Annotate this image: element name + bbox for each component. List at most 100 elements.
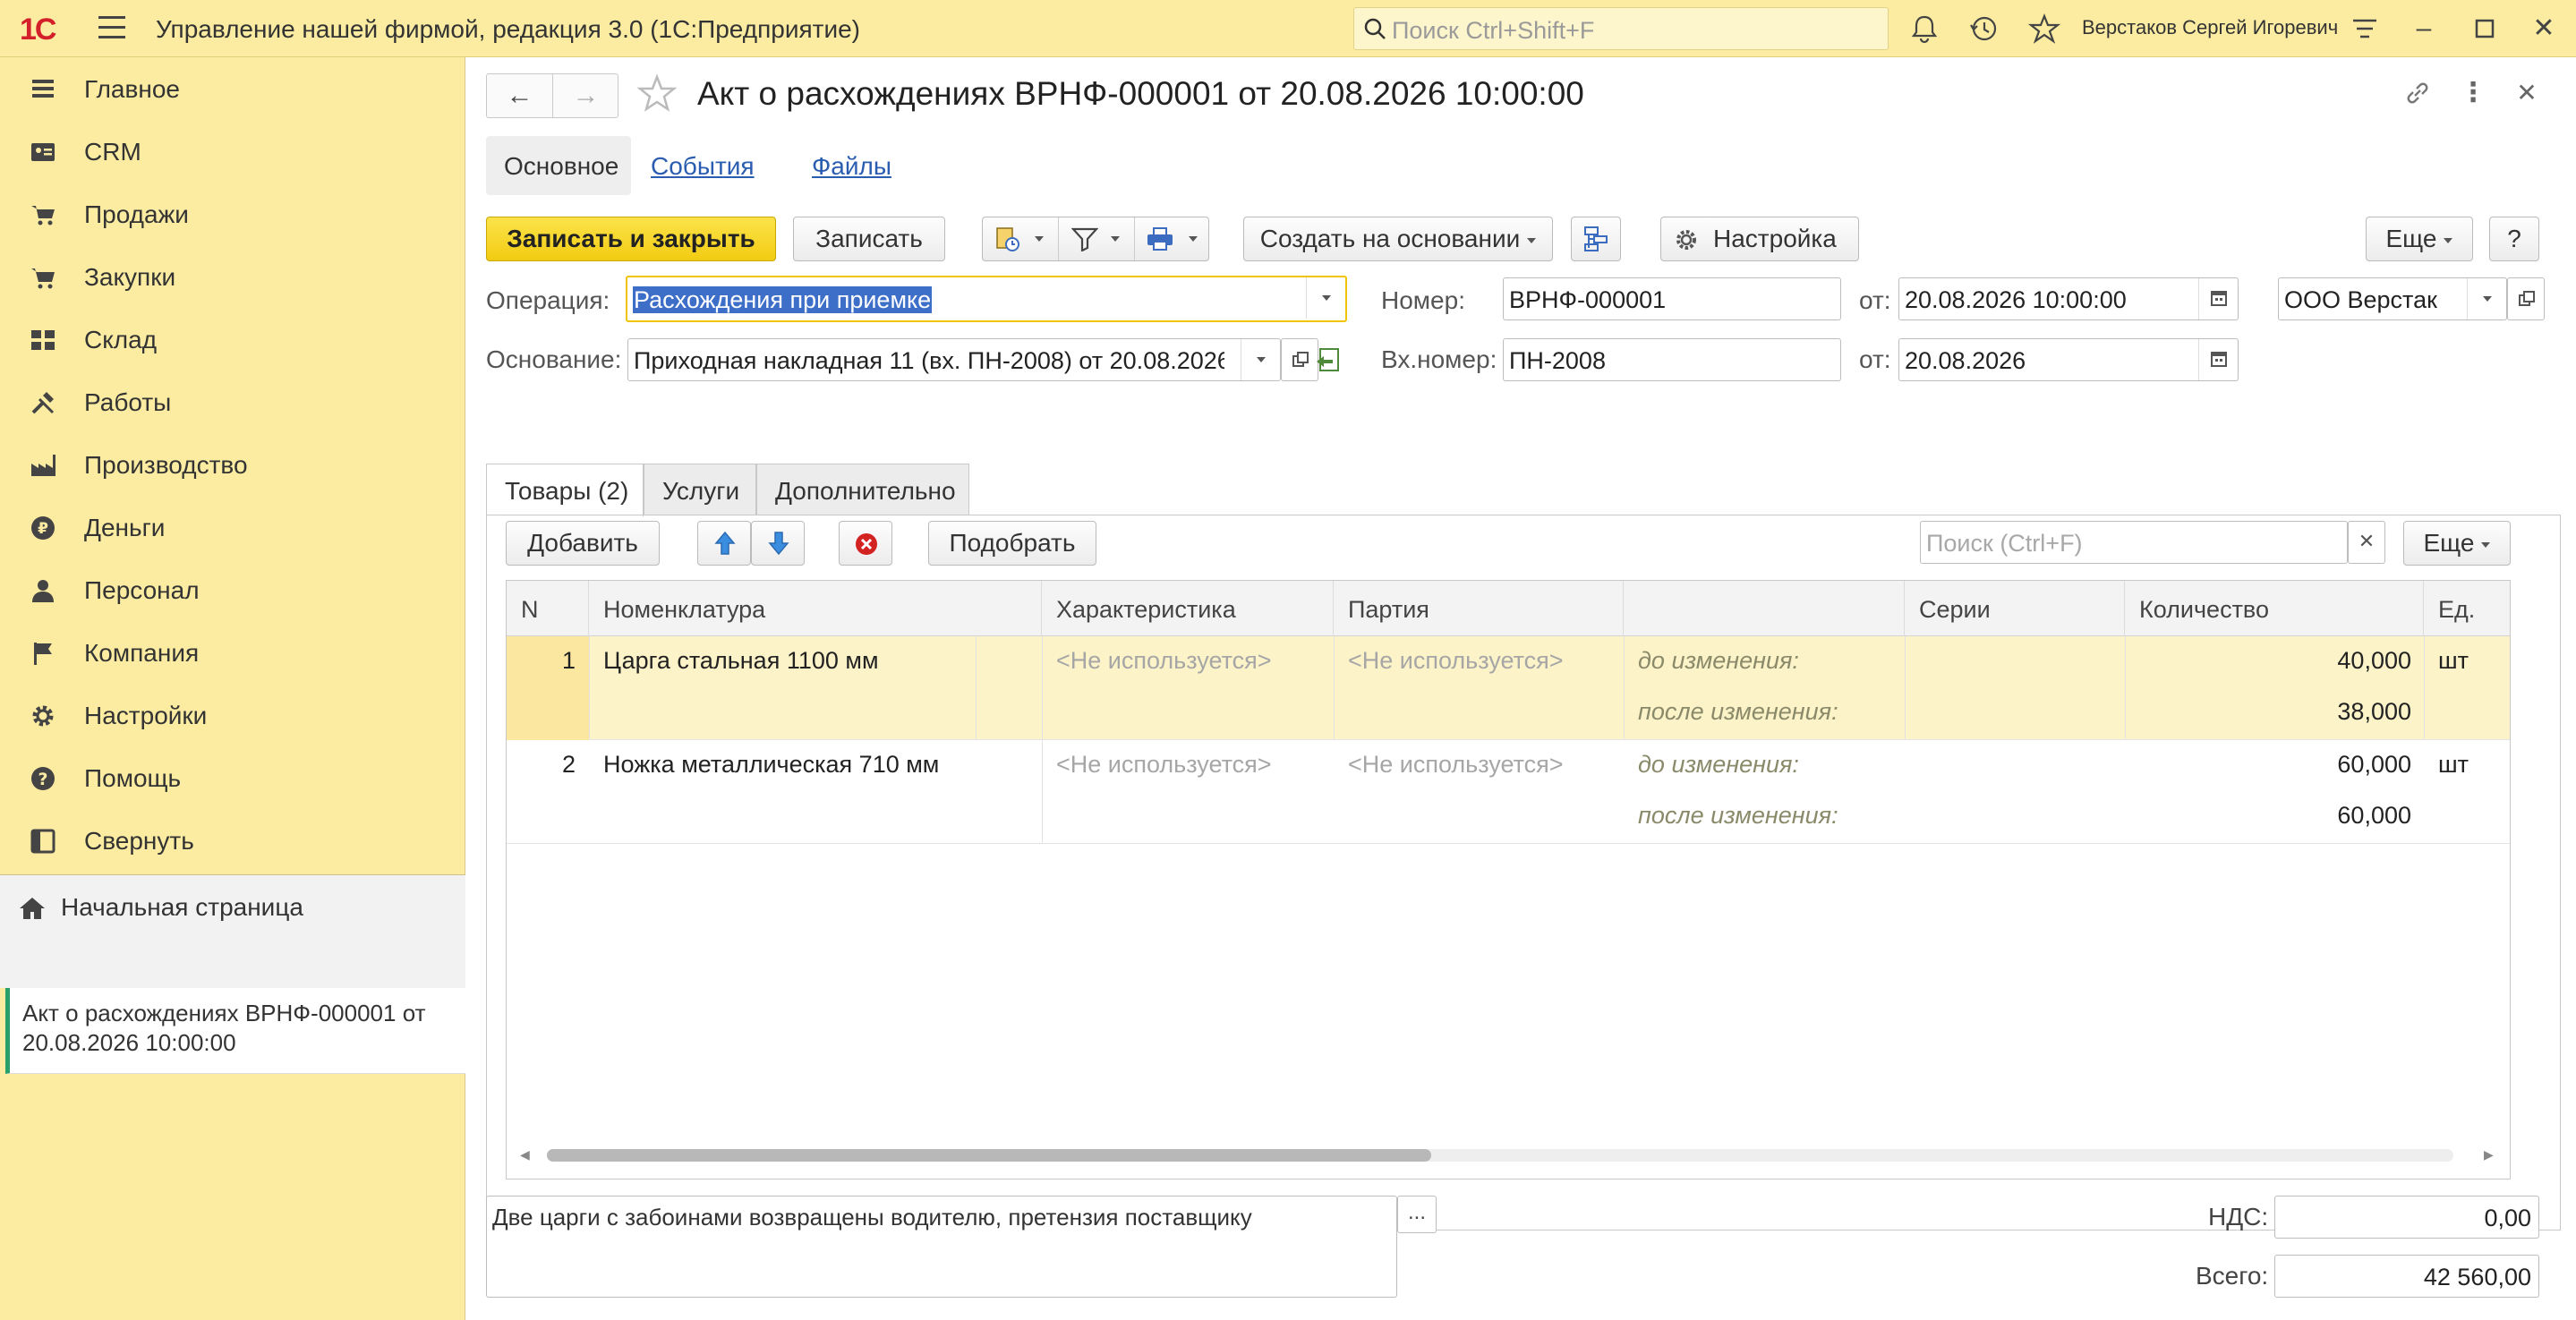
sidebar-item-crm[interactable]: CRM (0, 125, 465, 179)
more-actions-button[interactable]: Еще (2366, 217, 2473, 261)
basis-field[interactable]: Приходная накладная 11 (вх. ПН-2008) от … (627, 338, 1281, 381)
close-form-icon[interactable]: ✕ (2511, 77, 2543, 109)
sidebar-item-company[interactable]: Компания (0, 626, 465, 680)
settings-lines-icon[interactable] (2349, 13, 2381, 45)
sidebar-item-works[interactable]: Работы (0, 376, 465, 430)
settings-button[interactable]: Настройка (1660, 217, 1859, 261)
cart-icon (31, 206, 55, 226)
incoming-date-field[interactable]: 20.08.2026 (1898, 338, 2239, 381)
scroll-right-icon[interactable]: ▶ (2484, 1147, 2494, 1162)
clear-search-icon[interactable]: ✕ (2348, 521, 2385, 564)
forward-arrow-icon[interactable]: → (553, 74, 618, 117)
column-header-series[interactable]: Серии (1905, 581, 2125, 636)
dropdown-arrow-icon[interactable] (1241, 339, 1280, 380)
global-search-input[interactable]: Поиск Ctrl+Shift+F (1353, 7, 1889, 50)
total-field: 42 560,00 (2274, 1255, 2539, 1298)
sidebar-item-money[interactable]: ₽ Деньги (0, 501, 465, 555)
tab-services[interactable]: Услуги (644, 464, 756, 515)
row-characteristic: <Не используется> (1056, 647, 1272, 674)
column-header-characteristic[interactable]: Характеристика (1042, 581, 1334, 636)
row-qty-before: 60,000 (2337, 751, 2411, 778)
table-row[interactable]: 1 Царга стальная 1100 мм <Не используетс… (507, 636, 2510, 740)
help-button[interactable]: ? (2489, 217, 2539, 261)
sidebar-item-personnel[interactable]: Персонал (0, 564, 465, 617)
column-header-change[interactable] (1624, 581, 1905, 636)
dropdown-arrow-icon[interactable] (2467, 278, 2506, 319)
tab-goods[interactable]: Товары (2) (486, 464, 644, 516)
menu-lines-icon (32, 80, 54, 98)
maximize-icon[interactable] (2469, 13, 2501, 45)
title-bar: 1С Управление нашей фирмой, редакция 3.0… (0, 0, 2576, 57)
dropdown-arrow-icon[interactable] (1306, 277, 1345, 319)
incoming-number-field[interactable]: ПН-2008 (1503, 338, 1841, 381)
link-icon[interactable] (2401, 77, 2434, 109)
sidebar-item-sales[interactable]: Продажи (0, 188, 465, 242)
comment-field[interactable]: Две царги с забоинами возвращены водител… (486, 1196, 1397, 1298)
calendar-icon[interactable] (2198, 278, 2238, 319)
scrollbar-thumb[interactable] (547, 1149, 1431, 1162)
cell-divider (2424, 636, 2425, 740)
save-and-close-button[interactable]: Записать и закрыть (486, 217, 776, 261)
column-header-quantity[interactable]: Количество (2125, 581, 2424, 636)
actions-button-group (982, 217, 1209, 261)
sidebar-item-collapse[interactable]: Свернуть (0, 814, 465, 868)
structure-button[interactable] (1571, 217, 1621, 261)
delete-row-button[interactable] (839, 521, 892, 566)
favorites-star-icon[interactable] (2028, 13, 2060, 45)
close-window-icon[interactable]: ✕ (2528, 13, 2560, 45)
comment-expand-button[interactable]: ... (1397, 1196, 1437, 1233)
create-based-on-button[interactable]: Создать на основании (1243, 217, 1553, 261)
calendar-icon[interactable] (2198, 339, 2238, 380)
print-button[interactable] (1135, 217, 1210, 260)
document-report-button[interactable] (983, 217, 1058, 260)
back-arrow-icon[interactable]: ← (487, 74, 552, 117)
scroll-left-icon[interactable]: ◀ (520, 1147, 530, 1162)
tab-events[interactable]: События (651, 152, 755, 181)
filter-button[interactable] (1059, 217, 1134, 260)
save-button[interactable]: Записать (793, 217, 945, 261)
flag-icon (34, 643, 52, 665)
organization-field[interactable]: ООО Верстак (2278, 277, 2507, 320)
column-header-nomenclature[interactable]: Номенклатура (589, 581, 1042, 636)
collapse-panel-icon (30, 829, 55, 854)
sidebar-item-help[interactable]: ? Помощь (0, 752, 465, 805)
bookmark-star-icon[interactable] (636, 73, 678, 115)
number-field[interactable]: ВРНФ-000001 (1503, 277, 1841, 320)
horizontal-scrollbar[interactable] (547, 1149, 2453, 1162)
tab-files[interactable]: Файлы (812, 152, 891, 181)
bell-icon[interactable] (1908, 13, 1941, 45)
column-header-n[interactable]: N (507, 581, 589, 636)
fill-from-basis-icon[interactable] (1315, 345, 1345, 374)
hamburger-menu-icon[interactable] (98, 16, 125, 41)
sidebar-item-production[interactable]: Производство (0, 439, 465, 492)
more-vertical-icon[interactable]: ⋮ (2457, 77, 2489, 109)
sidebar-item-purchases[interactable]: Закупки (0, 251, 465, 304)
history-icon[interactable] (1967, 13, 2000, 45)
row-number: 2 (562, 751, 576, 778)
user-name[interactable]: Верстаков Сергей Игоревич (2082, 16, 2338, 39)
tab-main[interactable]: Основное (486, 136, 631, 195)
open-document-tab[interactable]: Акт о расхождениях ВРНФ-000001 от 20.08.… (5, 988, 465, 1074)
arrow-up-icon (714, 531, 736, 555)
open-basis-button[interactable] (1281, 338, 1318, 381)
tab-additional[interactable]: Дополнительно (756, 464, 969, 515)
sidebar-item-warehouse[interactable]: Склад (0, 313, 465, 367)
home-page-link[interactable]: Начальная страница (0, 875, 465, 988)
minimize-icon[interactable]: – (2408, 13, 2440, 45)
add-row-button[interactable]: Добавить (506, 521, 660, 566)
table-search-input[interactable]: Поиск (Ctrl+F) (1920, 521, 2348, 564)
open-organization-button[interactable] (2507, 277, 2545, 320)
operation-field[interactable]: Расхождения при приемке (626, 276, 1347, 322)
row-batch: <Не используется> (1348, 647, 1564, 674)
row-characteristic: <Не используется> (1056, 751, 1272, 778)
table-more-button[interactable]: Еще (2403, 521, 2511, 566)
move-up-button[interactable] (697, 521, 751, 566)
column-header-batch[interactable]: Партия (1334, 581, 1624, 636)
date-field[interactable]: 20.08.2026 10:00:00 (1898, 277, 2239, 320)
sidebar-item-settings[interactable]: Настройки (0, 689, 465, 743)
sidebar-item-main[interactable]: Главное (0, 63, 465, 116)
pick-items-button[interactable]: Подобрать (928, 521, 1096, 566)
move-down-button[interactable] (751, 521, 805, 566)
column-header-unit[interactable]: Ед. (2424, 581, 2510, 636)
table-row[interactable]: 2 Ножка металлическая 710 мм <Не использ… (507, 740, 2510, 844)
